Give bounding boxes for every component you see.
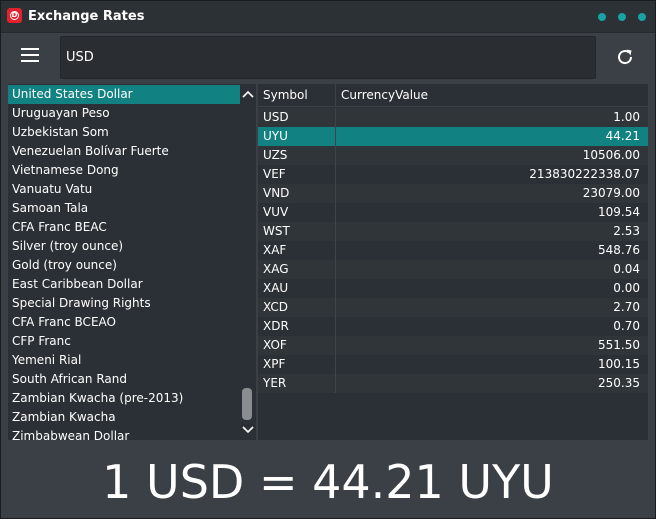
chevron-down-icon[interactable] bbox=[240, 422, 256, 438]
list-item[interactable]: Zambian Kwacha bbox=[8, 408, 240, 427]
cell-symbol: VEF bbox=[258, 165, 336, 184]
list-item[interactable]: East Caribbean Dollar bbox=[8, 275, 240, 294]
cell-symbol: YER bbox=[258, 374, 336, 393]
cell-currency-value: 0.04 bbox=[613, 262, 640, 276]
currency-list[interactable]: United States Dollar Uruguayan Peso Uzbeki… bbox=[8, 84, 256, 440]
list-scrollbar[interactable] bbox=[240, 84, 256, 440]
cell-currency-value: 2.70 bbox=[613, 300, 640, 314]
list-item[interactable]: Silver (troy ounce) bbox=[8, 237, 240, 256]
list-item[interactable]: Uruguayan Peso bbox=[8, 104, 240, 123]
table-row[interactable]: XCD 2.70 bbox=[258, 298, 648, 317]
search-field[interactable] bbox=[60, 36, 596, 79]
list-item[interactable]: Gold (troy ounce) bbox=[8, 256, 240, 275]
table-row[interactable]: XAG 0.04 bbox=[258, 260, 648, 279]
cell-symbol: VND bbox=[258, 184, 336, 203]
table-header: Symbol CurrencyValue bbox=[258, 84, 648, 107]
cell-symbol: WST bbox=[258, 222, 336, 241]
rates-table[interactable]: Symbol CurrencyValue USD 1.00 UYU 44.21 UZS 1… bbox=[258, 84, 648, 440]
cell-currency-value: 44.21 bbox=[605, 129, 640, 143]
list-item[interactable]: Zimbabwean Dollar bbox=[8, 427, 240, 440]
cell-symbol: XDR bbox=[258, 317, 336, 336]
cell-currency-value: 2.53 bbox=[613, 224, 640, 238]
list-item[interactable]: United States Dollar bbox=[8, 85, 240, 104]
window-minimize-button[interactable] bbox=[598, 13, 606, 21]
cell-currency-value: 213830222338.07 bbox=[529, 167, 640, 181]
cell-currency-value: 0.00 bbox=[613, 281, 640, 295]
column-header-symbol[interactable]: Symbol bbox=[258, 84, 336, 106]
table-row[interactable]: XAU 0.00 bbox=[258, 279, 648, 298]
list-item[interactable]: Zambian Kwacha (pre-2013) bbox=[8, 389, 240, 408]
conversion-result: 1 USD = 44.21 UYU bbox=[102, 455, 554, 509]
cell-currency-value: 100.15 bbox=[598, 357, 640, 371]
list-item[interactable]: Yemeni Rial bbox=[8, 351, 240, 370]
cell-symbol: XAG bbox=[258, 260, 336, 279]
table-row[interactable]: XOF 551.50 bbox=[258, 336, 648, 355]
list-item[interactable]: Vietnamese Dong bbox=[8, 161, 240, 180]
list-item[interactable]: CFA Franc BEAC bbox=[8, 218, 240, 237]
list-item[interactable]: Special Drawing Rights bbox=[8, 294, 240, 313]
table-row[interactable]: XPF 100.15 bbox=[258, 355, 648, 374]
cell-symbol: VUV bbox=[258, 203, 336, 222]
table-row[interactable]: USD 1.00 bbox=[258, 108, 648, 127]
list-item[interactable]: CFP Franc bbox=[8, 332, 240, 351]
list-item[interactable]: Venezuelan Bolívar Fuerte bbox=[8, 142, 240, 161]
cell-symbol: UYU bbox=[258, 127, 336, 146]
cell-symbol: XAF bbox=[258, 241, 336, 260]
cell-symbol: XAU bbox=[258, 279, 336, 298]
cell-currency-value: 10506.00 bbox=[582, 148, 640, 162]
table-row[interactable]: WST 2.53 bbox=[258, 222, 648, 241]
chevron-up-icon[interactable] bbox=[240, 86, 256, 102]
window-title: Exchange Rates bbox=[28, 9, 145, 24]
window-close-button[interactable] bbox=[638, 13, 646, 21]
hamburger-menu-icon[interactable] bbox=[21, 48, 39, 64]
table-row[interactable]: YER 250.35 bbox=[258, 374, 648, 393]
cell-currency-value: 551.50 bbox=[598, 338, 640, 352]
table-row[interactable]: UZS 10506.00 bbox=[258, 146, 648, 165]
cell-currency-value: 250.35 bbox=[598, 376, 640, 390]
cell-symbol: USD bbox=[258, 108, 336, 127]
list-item[interactable]: Samoan Tala bbox=[8, 199, 240, 218]
app-logo-icon: D bbox=[7, 8, 22, 23]
table-row[interactable]: XAF 548.76 bbox=[258, 241, 648, 260]
list-item[interactable]: Vanuatu Vatu bbox=[8, 180, 240, 199]
table-row[interactable]: VEF 213830222338.07 bbox=[258, 165, 648, 184]
cell-currency-value: 0.70 bbox=[613, 319, 640, 333]
cell-currency-value: 109.54 bbox=[598, 205, 640, 219]
toolbar bbox=[1, 33, 655, 83]
table-row[interactable]: XDR 0.70 bbox=[258, 317, 648, 336]
column-header-currency-value[interactable]: CurrencyValue bbox=[336, 84, 648, 106]
title-bar: D Exchange Rates bbox=[1, 1, 655, 33]
cell-symbol: XPF bbox=[258, 355, 336, 374]
table-row[interactable]: VND 23079.00 bbox=[258, 184, 648, 203]
list-item[interactable]: CFA Franc BCEAO bbox=[8, 313, 240, 332]
cell-symbol: XOF bbox=[258, 336, 336, 355]
list-item[interactable]: South African Rand bbox=[8, 370, 240, 389]
app-window: D Exchange Rates United States DollarUru… bbox=[0, 0, 656, 519]
cell-symbol: XCD bbox=[258, 298, 336, 317]
table-row[interactable]: VUV 109.54 bbox=[258, 203, 648, 222]
scrollbar-thumb[interactable] bbox=[242, 388, 252, 420]
table-row[interactable]: UYU 44.21 bbox=[258, 127, 648, 146]
cell-currency-value: 1.00 bbox=[613, 110, 640, 124]
refresh-icon[interactable] bbox=[614, 46, 636, 68]
list-item[interactable]: Uzbekistan Som bbox=[8, 123, 240, 142]
search-input[interactable] bbox=[66, 37, 586, 78]
app-logo-letter: D bbox=[10, 11, 19, 20]
cell-symbol: UZS bbox=[258, 146, 336, 165]
window-maximize-button[interactable] bbox=[618, 13, 626, 21]
cell-currency-value: 23079.00 bbox=[582, 186, 640, 200]
cell-currency-value: 548.76 bbox=[598, 243, 640, 257]
